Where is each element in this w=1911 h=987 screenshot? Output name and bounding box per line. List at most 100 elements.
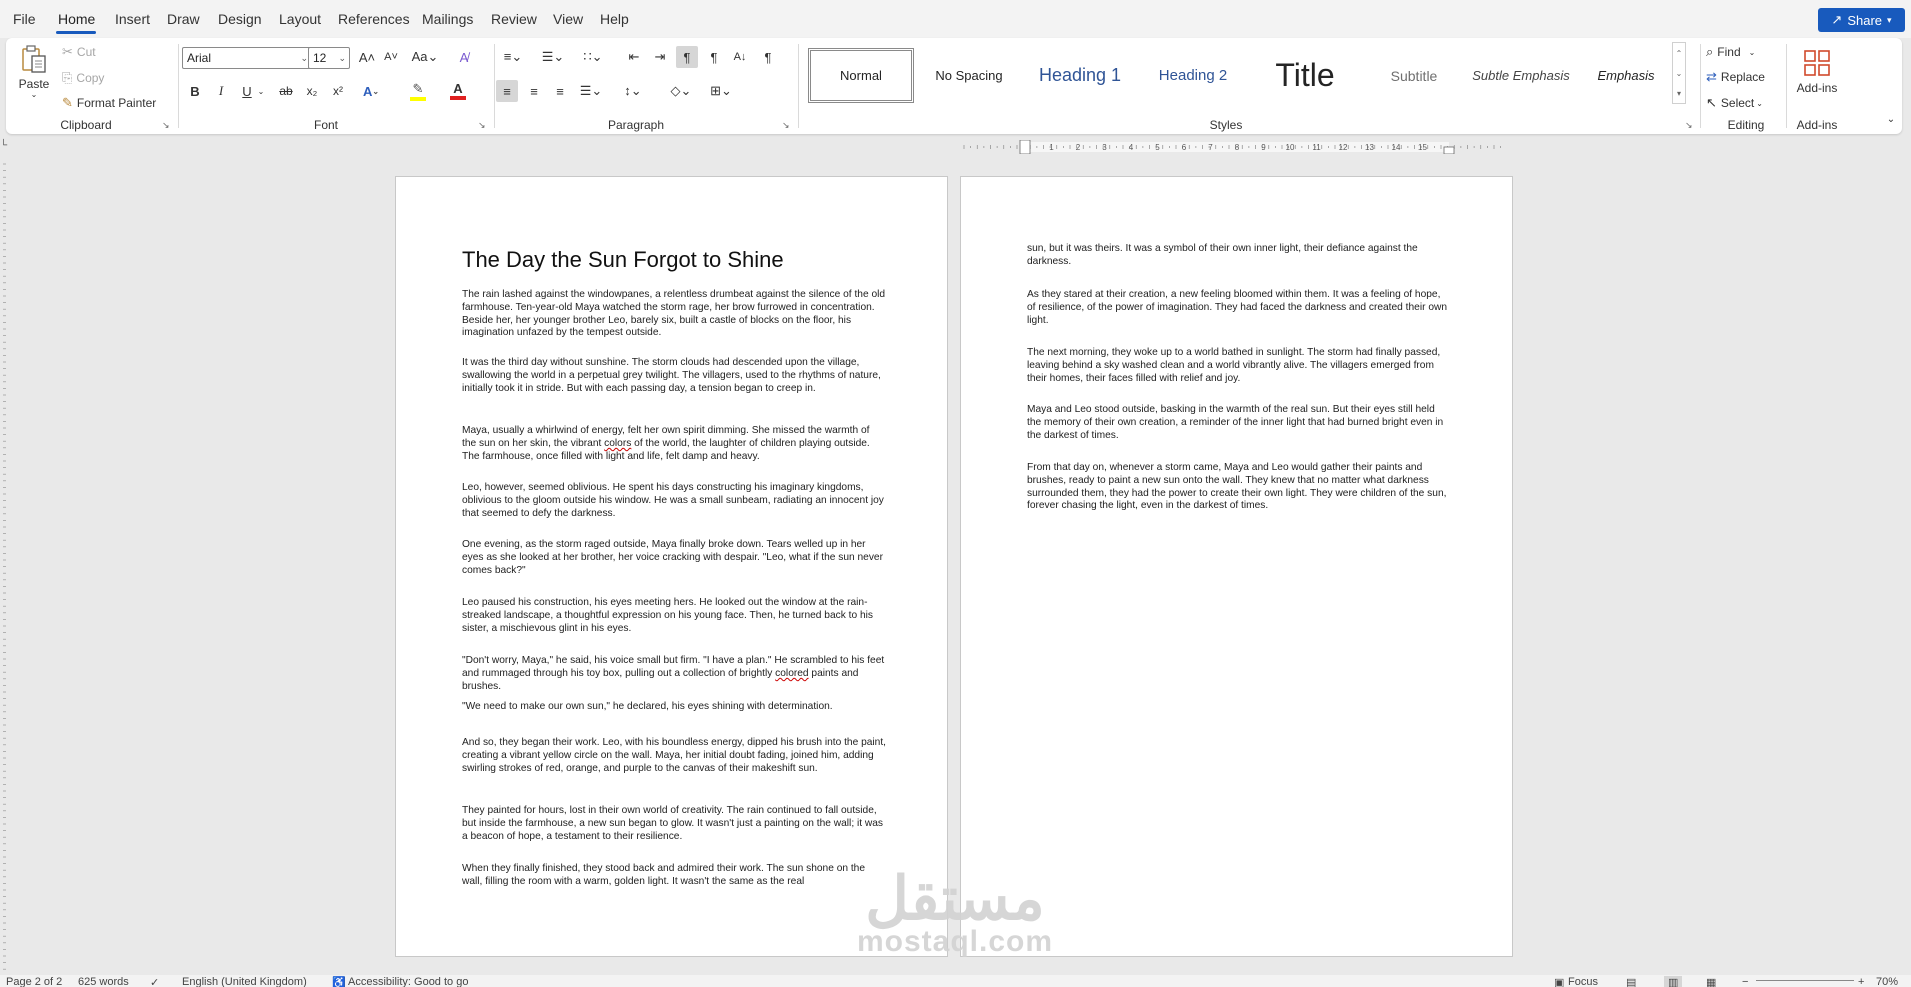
menu-review[interactable]: Review [491,11,537,27]
scroll-down-icon[interactable]: ⌄ [1676,69,1683,78]
style-heading-2[interactable]: Heading 2 [1140,48,1246,103]
zoom-slider[interactable] [1756,980,1854,981]
style-normal[interactable]: Normal [808,48,914,103]
right-indent-marker[interactable] [1443,146,1455,154]
highlight-color-button[interactable]: ✎ [402,80,434,102]
tab-selector-icon[interactable]: └ [0,140,7,151]
style-no-spacing[interactable]: No Spacing [918,48,1020,103]
document-page-1[interactable]: The Day the Sun Forgot to Shine The rain… [395,176,948,957]
dialog-launcher-icon[interactable]: ↘ [162,120,172,130]
ruler-number: 13 [1365,143,1374,152]
more-styles-icon[interactable]: ▾ [1677,89,1681,98]
multilevel-list-icon[interactable]: ∷⌄ [578,48,608,66]
dialog-launcher-icon[interactable]: ↘ [782,120,792,130]
paragraph: "Don't worry, Maya," he said, his voice … [462,655,885,692]
chevron-down-icon[interactable]: ⌄ [256,84,266,98]
style-heading-1[interactable]: Heading 1 [1024,48,1136,103]
rtl-text-direction-icon[interactable]: ¶ [704,48,724,66]
style-subtitle[interactable]: Subtitle [1364,48,1464,103]
add-ins-button[interactable]: Add-ins [1792,42,1842,102]
numbering-icon[interactable]: ☰⌄ [538,48,568,66]
shading-icon[interactable]: ◇⌄ [666,82,696,100]
proofing-icon[interactable]: ✓ [150,976,159,987]
align-center-icon[interactable]: ≡ [524,82,544,100]
vertical-ruler[interactable] [0,160,10,975]
line-spacing-icon[interactable]: ↕⌄ [618,82,648,100]
clear-formatting-icon[interactable]: A̸ [454,48,474,66]
dialog-launcher-icon[interactable]: ↘ [478,120,488,130]
style-title[interactable]: Title [1250,48,1360,103]
print-layout-icon[interactable]: ▥ [1664,976,1683,987]
ltr-text-direction-icon[interactable]: ¶ [676,46,698,68]
italic-icon[interactable]: I [212,82,230,100]
paragraph: sun, but it was theirs. It was a symbol … [1027,243,1418,267]
zoom-in-icon[interactable]: + [1858,976,1864,987]
collapse-ribbon-icon[interactable]: ⌄ [1884,112,1898,126]
superscript-icon[interactable]: x² [328,82,348,100]
font-name-select[interactable]: Arial ⌄ [182,47,312,69]
show-formatting-marks-icon[interactable]: ¶ [758,48,778,66]
menu-home[interactable]: Home [58,11,95,27]
ruler-number: 9 [1261,143,1266,152]
grow-font-icon[interactable]: A˄ [358,48,376,66]
find-button[interactable]: ⌕ Find ⌄ [1706,43,1755,61]
shrink-font-icon[interactable]: A˅ [382,48,400,66]
font-size-select[interactable]: 12 ⌄ [308,47,350,69]
sort-icon[interactable]: A↓ [730,48,750,66]
addins-group-label: Add-ins [1796,118,1838,132]
menu-draw[interactable]: Draw [167,11,200,27]
style-subtle-emphasis[interactable]: Subtle Emphasis [1468,48,1574,103]
align-right-icon[interactable]: ≡ [550,82,570,100]
select-button[interactable]: ↖ Select ⌄ [1706,94,1763,112]
text-effects-icon[interactable]: A ⌄ [358,82,384,100]
cut-button[interactable]: ✂ Cut [62,44,96,60]
paragraph: And so, they began their work. Leo, with… [462,737,886,774]
web-layout-icon[interactable]: ▦ [1706,976,1716,987]
underline-icon[interactable]: U [238,82,256,100]
ruler-number: 4 [1129,143,1134,152]
document-page-2[interactable]: sun, but it was theirs. It was a symbol … [960,176,1513,957]
bullets-icon[interactable]: ≡⌄ [498,48,528,66]
menu-references[interactable]: References [338,11,410,27]
menu-view[interactable]: View [553,11,583,27]
word-count[interactable]: 625 words [78,976,129,987]
search-icon: ⌕ [1706,44,1714,59]
dialog-launcher-icon[interactable]: ↘ [1685,120,1695,130]
paintbrush-icon: ✎ [62,95,73,110]
justify-icon[interactable]: ☰⌄ [576,82,606,100]
subscript-icon[interactable]: x₂ [302,82,322,100]
bold-icon[interactable]: B [186,82,204,100]
focus-button[interactable]: Focus [1568,976,1598,987]
zoom-out-icon[interactable]: − [1742,976,1748,987]
paste-button[interactable]: Paste ⌄ [14,42,54,100]
share-button[interactable]: ↗ Share ▾ [1818,8,1905,32]
borders-icon[interactable]: ⊞⌄ [706,82,736,100]
increase-indent-icon[interactable]: ⇥ [650,48,670,66]
copy-button[interactable]: ⎘ Copy [62,70,104,86]
horizontal-ruler[interactable]: 1 2 3 4 5 6 7 8 9 10 11 12 13 14 15 [960,140,1510,154]
indent-marker[interactable] [1019,140,1031,154]
replace-button[interactable]: ⇄ Replace [1706,68,1765,86]
language-indicator[interactable]: English (United Kingdom) [182,976,307,987]
menu-file[interactable]: File [13,11,36,27]
menu-mailings[interactable]: Mailings [422,11,473,27]
menu-layout[interactable]: Layout [279,11,321,27]
menu-help[interactable]: Help [600,11,629,27]
strikethrough-icon[interactable]: ab [276,82,296,100]
read-mode-icon[interactable]: ▤ [1626,976,1636,987]
scroll-up-icon[interactable]: ⌃ [1676,49,1683,58]
decrease-indent-icon[interactable]: ⇤ [624,48,644,66]
menu-design[interactable]: Design [218,11,262,27]
accessibility-status[interactable]: Accessibility: Good to go [348,976,468,987]
format-painter-button[interactable]: ✎ Format Painter [62,95,156,111]
menu-insert[interactable]: Insert [115,11,150,27]
chevron-down-icon: ▾ [1887,14,1892,25]
page-count[interactable]: Page 2 of 2 [6,976,62,987]
styles-scroll[interactable]: ⌃ ⌄ ▾ [1672,42,1686,104]
zoom-level[interactable]: 70% [1876,976,1898,987]
change-case-icon[interactable]: Aa⌄ [410,48,440,66]
style-emphasis[interactable]: Emphasis [1578,48,1674,103]
group-divider [494,44,495,128]
font-color-button[interactable]: A [442,80,474,102]
align-left-icon[interactable]: ≡ [496,80,518,102]
